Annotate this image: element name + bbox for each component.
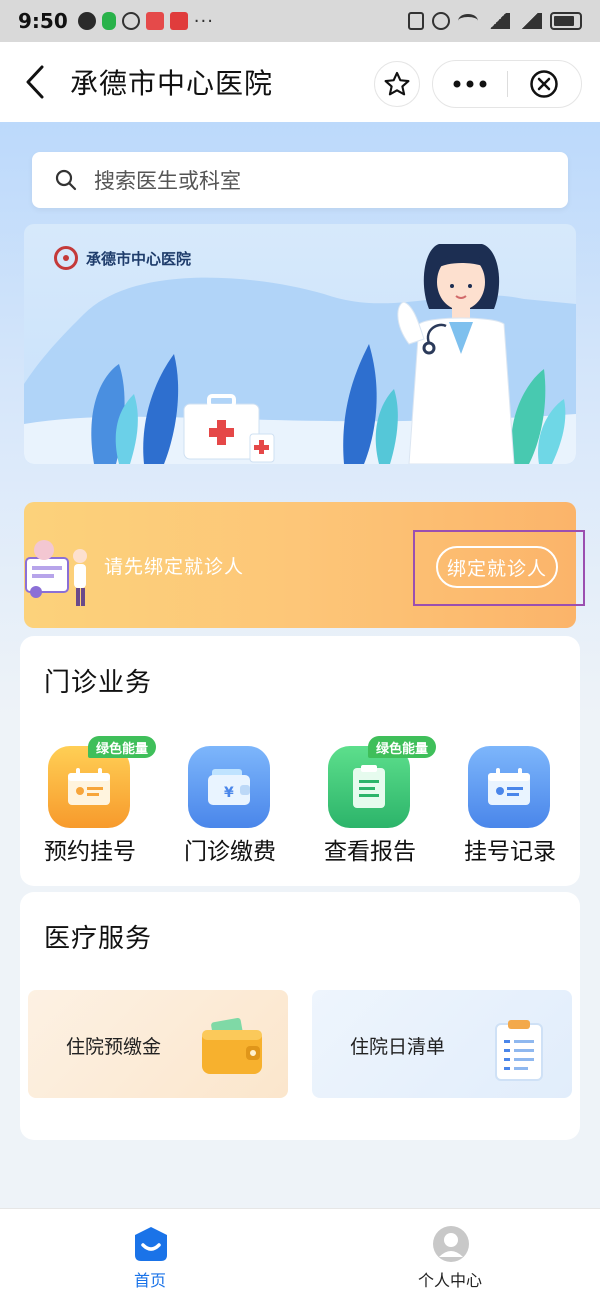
nav-actions	[374, 60, 582, 108]
signal-icon-2	[518, 13, 542, 29]
medical-card: 医疗服务 住院预缴金 住院日清单	[20, 892, 580, 1140]
service-book-appointment[interactable]: 绿色能量 预约挂号	[20, 736, 160, 866]
banner-logo: 承德市中心医院	[54, 246, 191, 270]
more-icon	[453, 80, 487, 88]
wifi-icon	[458, 14, 478, 28]
status-time: 9:50	[18, 9, 68, 33]
star-icon	[384, 71, 410, 96]
battery-icon	[550, 12, 582, 30]
more-button[interactable]	[433, 61, 507, 107]
outpatient-card: 门诊业务 绿色能量 预约挂号 ¥ 门诊缴费 绿色能量 查看报告 挂号记录	[20, 636, 580, 886]
wallet-icon	[202, 1018, 262, 1074]
green-energy-badge: 绿色能量	[368, 736, 437, 758]
banner-hospital-name: 承德市中心医院	[86, 249, 192, 268]
service-outpatient-payment[interactable]: ¥ 门诊缴费	[160, 736, 300, 866]
system-icons	[408, 12, 582, 30]
close-icon	[530, 70, 558, 98]
nav-bar: 承德市中心医院	[0, 42, 600, 122]
bind-illustration-icon	[25, 540, 87, 606]
tmall-icon	[145, 12, 164, 30]
service-label: 预约挂号	[44, 839, 136, 865]
inpatient-deposit-card[interactable]: 住院预缴金	[28, 990, 288, 1098]
inpatient-daily-list-card[interactable]: 住院日清单	[312, 990, 572, 1098]
bottom-tab-bar: 首页 个人中心	[0, 1208, 600, 1300]
home-icon	[135, 1227, 167, 1261]
nfc-icon	[408, 12, 424, 30]
search-input[interactable]: 搜索医生或科室	[32, 152, 568, 208]
close-button[interactable]	[508, 61, 582, 107]
tab-home[interactable]: 首页	[0, 1209, 300, 1300]
search-icon	[55, 169, 77, 191]
book-icon	[169, 12, 188, 30]
app-notification-icon	[101, 12, 116, 30]
message-icon	[77, 12, 96, 30]
search-placeholder: 搜索医生或科室	[94, 169, 241, 193]
medical-title: 医疗服务	[44, 924, 153, 954]
outpatient-title: 门诊业务	[44, 668, 153, 698]
chat-icon	[121, 12, 140, 30]
tab-home-label: 首页	[133, 1271, 166, 1290]
wallet-yuan-icon: ¥	[188, 746, 270, 828]
page-title: 承德市中心医院	[70, 67, 274, 100]
green-energy-badge: 绿色能量	[88, 736, 157, 758]
tab-personal-center[interactable]: 个人中心	[300, 1209, 600, 1300]
notification-icons	[77, 12, 188, 30]
clipboard-list-icon	[495, 1020, 543, 1081]
miniapp-capsule	[432, 60, 582, 108]
bind-hint-text: 请先绑定就诊人	[104, 556, 245, 578]
service-label: 查看报告	[324, 839, 416, 865]
tab-personal-center-label: 个人中心	[417, 1271, 482, 1290]
service-label: 挂号记录	[464, 839, 556, 865]
calendar-card-icon	[48, 746, 130, 828]
service-label: 门诊缴费	[184, 839, 276, 865]
hero-banner[interactable]: 承德市中心医院	[24, 224, 576, 464]
outpatient-services: 绿色能量 预约挂号 ¥ 门诊缴费 绿色能量 查看报告 挂号记录	[20, 736, 580, 866]
svg-text:¥: ¥	[224, 785, 234, 801]
signal-icon	[486, 13, 510, 29]
user-icon	[433, 1226, 469, 1262]
back-icon[interactable]	[10, 42, 60, 122]
inpatient-daily-list-label: 住院日清单	[350, 1036, 446, 1058]
calendar-card-icon	[468, 746, 550, 828]
more-notifications-icon: ···	[193, 10, 214, 32]
highlight-annotation	[413, 530, 585, 606]
report-icon	[328, 746, 410, 828]
alarm-icon	[432, 12, 450, 30]
inpatient-deposit-label: 住院预缴金	[66, 1036, 162, 1058]
service-registration-record[interactable]: 挂号记录	[440, 736, 580, 866]
hospital-logo-icon	[54, 246, 78, 270]
service-view-report[interactable]: 绿色能量 查看报告	[300, 736, 440, 866]
status-bar: 9:50 ···	[0, 0, 600, 42]
favorite-button[interactable]	[374, 61, 420, 107]
